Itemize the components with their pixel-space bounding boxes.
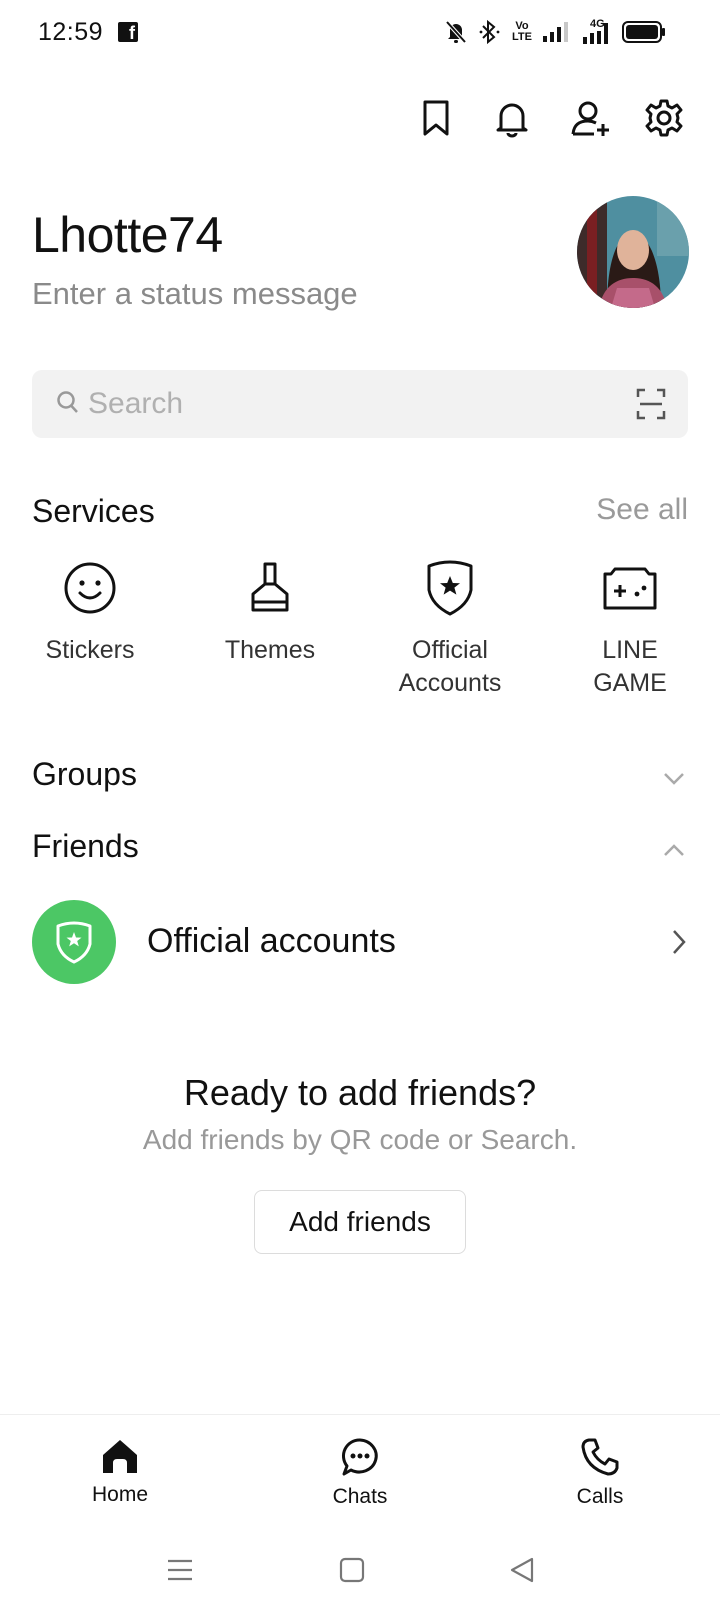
shield-star-icon xyxy=(56,921,92,964)
nav-label: Chats xyxy=(332,1485,388,1508)
service-stickers[interactable]: Stickers xyxy=(0,560,180,667)
shield-star-icon xyxy=(427,560,473,616)
status-time: 12:59 xyxy=(38,18,104,46)
volte-icon: Vo LTE xyxy=(512,20,532,43)
add-friend-button[interactable] xyxy=(570,98,610,138)
nav-calls[interactable]: Calls xyxy=(530,1437,670,1509)
service-label: Stickers xyxy=(45,636,135,664)
nav-home[interactable]: Home xyxy=(50,1437,190,1507)
facebook-notification-icon: f xyxy=(118,22,138,43)
friends-title[interactable]: Friends xyxy=(32,828,139,865)
chevron-right-icon xyxy=(673,930,686,954)
nav-label: Calls xyxy=(576,1485,624,1508)
bluetooth-icon xyxy=(479,19,500,45)
services-title: Services xyxy=(32,493,155,529)
back-triangle-icon[interactable] xyxy=(508,1556,536,1584)
see-all-link[interactable]: See all xyxy=(596,493,688,527)
system-nav-bar xyxy=(0,1532,720,1612)
chat-bubble-icon xyxy=(342,1438,378,1476)
bottom-nav: Home Chats Calls xyxy=(0,1414,720,1532)
status-message-field[interactable]: Enter a status message xyxy=(32,276,358,312)
phone-icon xyxy=(581,1438,619,1476)
search-icon xyxy=(57,391,78,413)
avatar[interactable] xyxy=(577,196,689,308)
nav-chats[interactable]: Chats xyxy=(290,1437,430,1509)
battery-icon xyxy=(622,21,665,43)
settings-button[interactable] xyxy=(644,98,684,138)
groups-title[interactable]: Groups xyxy=(32,756,137,793)
empty-state-title: Ready to add friends? xyxy=(183,1072,537,1113)
empty-state-subtitle: Add friends by QR code or Search. xyxy=(142,1124,578,1155)
service-official-accounts[interactable]: Official Accounts xyxy=(360,560,540,700)
status-icons: Vo LTE 4G xyxy=(444,18,666,46)
service-themes[interactable]: Themes xyxy=(180,560,360,667)
official-accounts-label: Official accounts xyxy=(147,922,396,960)
search-bar[interactable] xyxy=(32,370,688,438)
chevron-down-icon[interactable] xyxy=(662,770,686,786)
home-icon xyxy=(103,1440,137,1473)
bell-icon xyxy=(496,103,528,138)
official-accounts-row[interactable]: Official accounts xyxy=(32,900,688,984)
nav-label: Home xyxy=(91,1483,149,1506)
status-bar: 12:59 f Vo LTE 4G xyxy=(0,0,720,64)
avatar-photo xyxy=(577,196,689,308)
bookmark-icon xyxy=(423,100,449,136)
gear-icon xyxy=(645,99,683,137)
chevron-up-icon[interactable] xyxy=(662,842,686,858)
official-accounts-avatar xyxy=(32,900,116,984)
person-add-icon xyxy=(571,101,609,136)
qr-scan-icon[interactable] xyxy=(636,388,666,420)
gamepad-icon xyxy=(603,567,657,610)
home-square-icon[interactable] xyxy=(339,1556,365,1584)
service-label: Themes xyxy=(224,636,316,664)
mute-bell-icon xyxy=(445,20,467,44)
signal-2-icon: 4G xyxy=(580,19,612,45)
profile-name[interactable]: Lhotte74 xyxy=(32,206,223,264)
notifications-button[interactable] xyxy=(492,98,532,138)
service-label: Official Accounts xyxy=(398,636,502,697)
add-friends-button[interactable]: Add friends xyxy=(254,1190,466,1254)
search-input[interactable] xyxy=(88,384,608,424)
brush-icon xyxy=(251,562,289,612)
smiley-icon xyxy=(64,562,116,614)
signal-1-icon xyxy=(543,22,568,42)
menu-icon[interactable] xyxy=(166,1556,194,1584)
keep-bookmark-button[interactable] xyxy=(416,98,456,138)
service-label: LINE GAME xyxy=(593,636,667,697)
service-line-game[interactable]: LINE GAME xyxy=(540,560,720,700)
